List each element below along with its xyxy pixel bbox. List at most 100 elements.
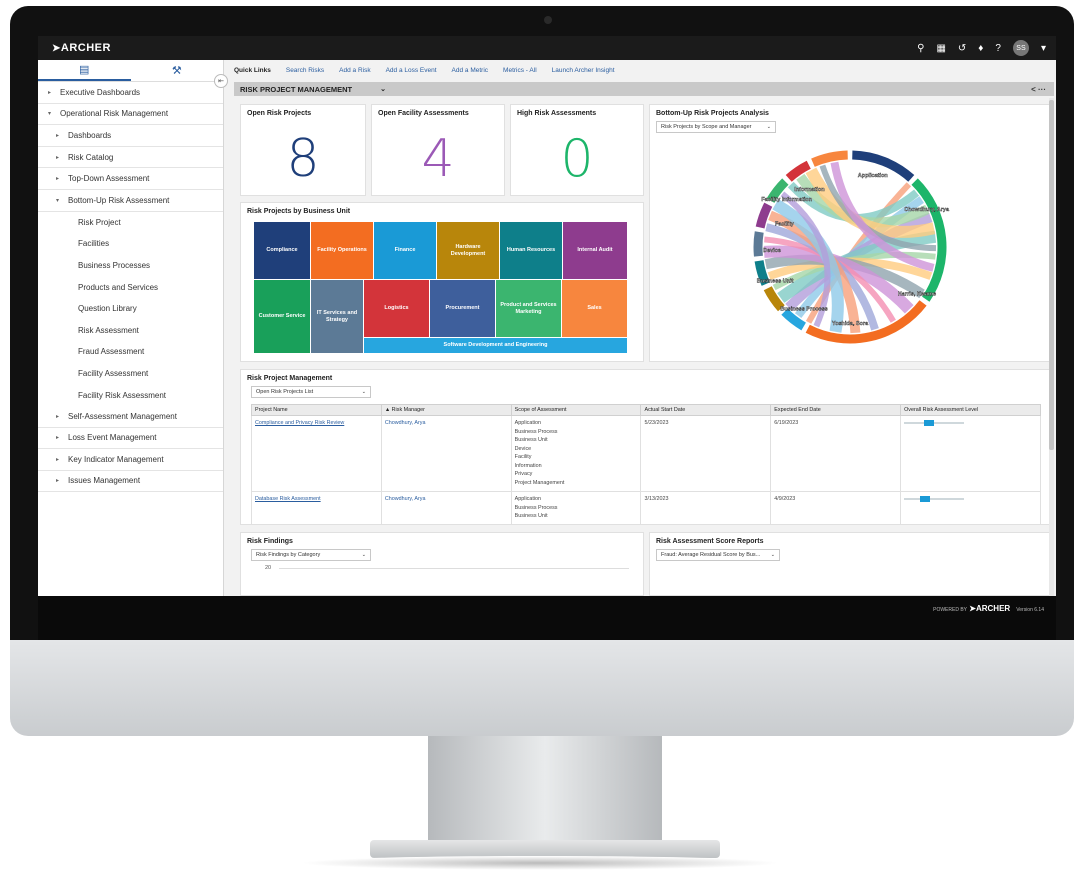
chevron-right-icon: ▸ <box>56 435 60 442</box>
sidebar-item-bottom-up-risk-assessment[interactable]: ▾ Bottom-Up Risk Assessment <box>38 190 223 212</box>
chevron-right-icon: ▸ <box>56 456 60 463</box>
treemap-tile-product-and-services-marketing[interactable]: Product and Services Marketing <box>496 280 561 337</box>
scope-item: Business Unit <box>514 513 548 519</box>
chord-arc[interactable] <box>811 150 848 167</box>
bell-icon[interactable]: ♦ <box>978 43 983 54</box>
map-icon[interactable]: ▤ <box>38 60 131 81</box>
wrench-icon[interactable]: ⚒ <box>131 60 224 81</box>
reports-icon[interactable]: ▦ <box>936 43 945 54</box>
chord-arc[interactable] <box>763 286 785 312</box>
sidebar-item-issues-management[interactable]: ▸ Issues Management <box>38 471 223 493</box>
treemap-tile-hardware-development[interactable]: Hardware Development <box>437 222 499 279</box>
sidebar-item-top-down-assessment[interactable]: ▸ Top-Down Assessment <box>38 168 223 190</box>
quick-link-metrics-all[interactable]: Metrics - All <box>503 67 537 74</box>
treemap-tile-procurement[interactable]: Procurement <box>430 280 495 337</box>
treemap-tile-internal-audit[interactable]: Internal Audit <box>563 222 627 279</box>
treemap-tile-customer-service[interactable]: Customer Service <box>254 280 310 353</box>
risk-project-table-panel: Risk Project Management Open Risk Projec… <box>240 369 1051 525</box>
treemap-panel: Risk Projects by Business Unit Complianc… <box>240 202 644 362</box>
sidebar-item-self-assessment-management[interactable]: ▸ Self-Assessment Management <box>38 406 223 428</box>
sidebar: ▤ ⚒ ▸ Executive Dashboards ▾ Operational Ri… <box>38 60 224 596</box>
treemap-tile-finance[interactable]: Finance <box>374 222 436 279</box>
chevron-down-icon: ▾ <box>48 111 52 118</box>
sidebar-item-loss-event-management[interactable]: ▸ Loss Event Management <box>38 428 223 450</box>
treemap-tile-compliance[interactable]: Compliance <box>254 222 310 279</box>
column-header[interactable]: Actual Start Date <box>640 404 772 416</box>
treemap-tile-it-services-and-strategy[interactable]: IT Services and Strategy <box>311 280 363 353</box>
score-reports-panel: Risk Assessment Score Reports Fraud: Ave… <box>649 532 1051 596</box>
scope-item: Business Process <box>514 504 558 511</box>
sidebar-item-key-indicator-management[interactable]: ▸ Key Indicator Management <box>38 449 223 471</box>
chevron-down-icon[interactable]: ▾ <box>1041 43 1046 54</box>
quick-link-search-risks[interactable]: Search Risks <box>286 67 324 74</box>
quick-link-add-loss-event[interactable]: Add a Loss Event <box>386 67 437 74</box>
table-row[interactable]: Compliance and Privacy Risk Review Chowdh… <box>251 415 1041 492</box>
sidebar-item-executive-dashboards[interactable]: ▸ Executive Dashboards <box>38 82 223 104</box>
help-icon[interactable]: ? <box>995 43 1001 54</box>
treemap-tile-sales[interactable]: Sales <box>562 280 627 337</box>
chord-label: Information <box>794 187 825 193</box>
quick-links-title: Quick Links <box>234 66 271 74</box>
column-header[interactable]: ▲ Risk Manager <box>380 404 512 416</box>
chord-dropdown[interactable]: Risk Projects by Scope and Manager ⌄ <box>656 121 776 133</box>
sidebar-item-facility-risk-assessment[interactable]: Facility Risk Assessment <box>38 384 223 406</box>
share-icon[interactable]: < ··· <box>1031 85 1046 94</box>
sidebar-item-facility-assessment[interactable]: Facility Assessment <box>38 363 223 385</box>
search-icon[interactable]: ⚲ <box>917 43 924 54</box>
column-header[interactable]: Expected End Date <box>770 404 902 416</box>
table-row[interactable]: Database Risk Assessment Chowdhury, Arya A… <box>251 491 1041 525</box>
scope-item: Facility <box>514 454 532 460</box>
table-dropdown[interactable]: Open Risk Projects List ⌄ <box>251 386 371 398</box>
chord-arc[interactable] <box>753 231 764 257</box>
history-icon[interactable]: ↺ <box>958 43 966 54</box>
sidebar-item-operational-risk-management[interactable]: ▾ Operational Risk Management <box>38 104 223 126</box>
sidebar-item-label: Fraud Assessment <box>78 347 145 357</box>
treemap-tile-software-development-and-engineering[interactable]: Software Development and Engineering <box>364 338 627 353</box>
page-title: RISK PROJECT MANAGEMENT <box>240 84 353 94</box>
reports-dropdown[interactable]: Fraud: Average Residual Score by Bus... ⌄ <box>656 549 780 561</box>
kpi-open-facility-assessments[interactable]: Open Facility Assessments 4 <box>371 104 505 196</box>
chevron-right-icon: ▸ <box>56 478 60 485</box>
column-header[interactable]: Scope of Assessment <box>510 404 642 416</box>
sidebar-item-dashboards[interactable]: ▸ Dashboards <box>38 125 223 147</box>
page-title-bar[interactable]: RISK PROJECT MANAGEMENT ⌄ < ··· <box>234 82 1054 96</box>
sidebar-item-business-processes[interactable]: Business Processes <box>38 255 223 277</box>
manager-link[interactable]: Chowdhury, Arya <box>385 496 426 502</box>
sidebar-item-question-library[interactable]: Question Library <box>38 298 223 320</box>
archer-logo[interactable]: ➤ARCHER <box>52 42 111 54</box>
scope-item: Privacy <box>514 471 533 477</box>
sidebar-item-label: Question Library <box>78 304 137 314</box>
avatar[interactable]: SS <box>1012 40 1029 56</box>
scrollbar-thumb[interactable] <box>1049 100 1054 450</box>
quick-link-add-metric[interactable]: Add a Metric <box>452 67 489 74</box>
collapse-sidebar-icon[interactable]: ⇤ <box>214 74 228 88</box>
column-header[interactable]: Overall Risk Assessment Level <box>900 404 1041 416</box>
manager-link[interactable]: Chowdhury, Arya <box>385 420 426 426</box>
treemap-tile-facility-operations[interactable]: Facility Operations <box>311 222 373 279</box>
treemap-tile-logistics[interactable]: Logistics <box>364 280 429 337</box>
project-link[interactable]: Database Risk Assessment <box>255 496 321 502</box>
quick-link-launch-insight[interactable]: Launch Archer Insight <box>552 67 615 74</box>
sidebar-item-risk-catalog[interactable]: ▸ Risk Catalog <box>38 147 223 169</box>
chevron-right-icon: ▸ <box>56 132 60 139</box>
kpi-value: 8 <box>286 129 320 189</box>
sidebar-item-products-and-services[interactable]: Products and Services <box>38 276 223 298</box>
sidebar-item-facilities[interactable]: Facilities <box>38 233 223 255</box>
sidebar-item-fraud-assessment[interactable]: Fraud Assessment <box>38 341 223 363</box>
project-link[interactable]: Compliance and Privacy Risk Review <box>255 420 344 426</box>
column-header[interactable]: Project Name <box>251 404 382 416</box>
sidebar-item-risk-project[interactable]: Risk Project <box>38 212 223 234</box>
sidebar-item-risk-assessment[interactable]: Risk Assessment <box>38 320 223 342</box>
quick-link-add-risk[interactable]: Add a Risk <box>339 67 370 74</box>
kpi-value: 0 <box>560 129 594 189</box>
footer-logo: POWERED BY ➤ARCHER Version 6.14 <box>933 604 1044 613</box>
treemap-tile-human-resources[interactable]: Human Resources <box>500 222 562 279</box>
screen-footer: POWERED BY ➤ARCHER Version 6.14 <box>38 596 1056 640</box>
sidebar-item-label: Business Processes <box>78 261 151 271</box>
chord-label: Application <box>858 173 889 179</box>
kpi-high-risk-assessments[interactable]: High Risk Assessments 0 <box>510 104 644 196</box>
scope-item: Information <box>514 462 542 469</box>
kpi-open-risk-projects[interactable]: Open Risk Projects 8 <box>240 104 366 196</box>
findings-dropdown[interactable]: Risk Findings by Category ⌄ <box>251 549 371 561</box>
chevron-down-icon[interactable]: ⌄ <box>380 85 386 93</box>
